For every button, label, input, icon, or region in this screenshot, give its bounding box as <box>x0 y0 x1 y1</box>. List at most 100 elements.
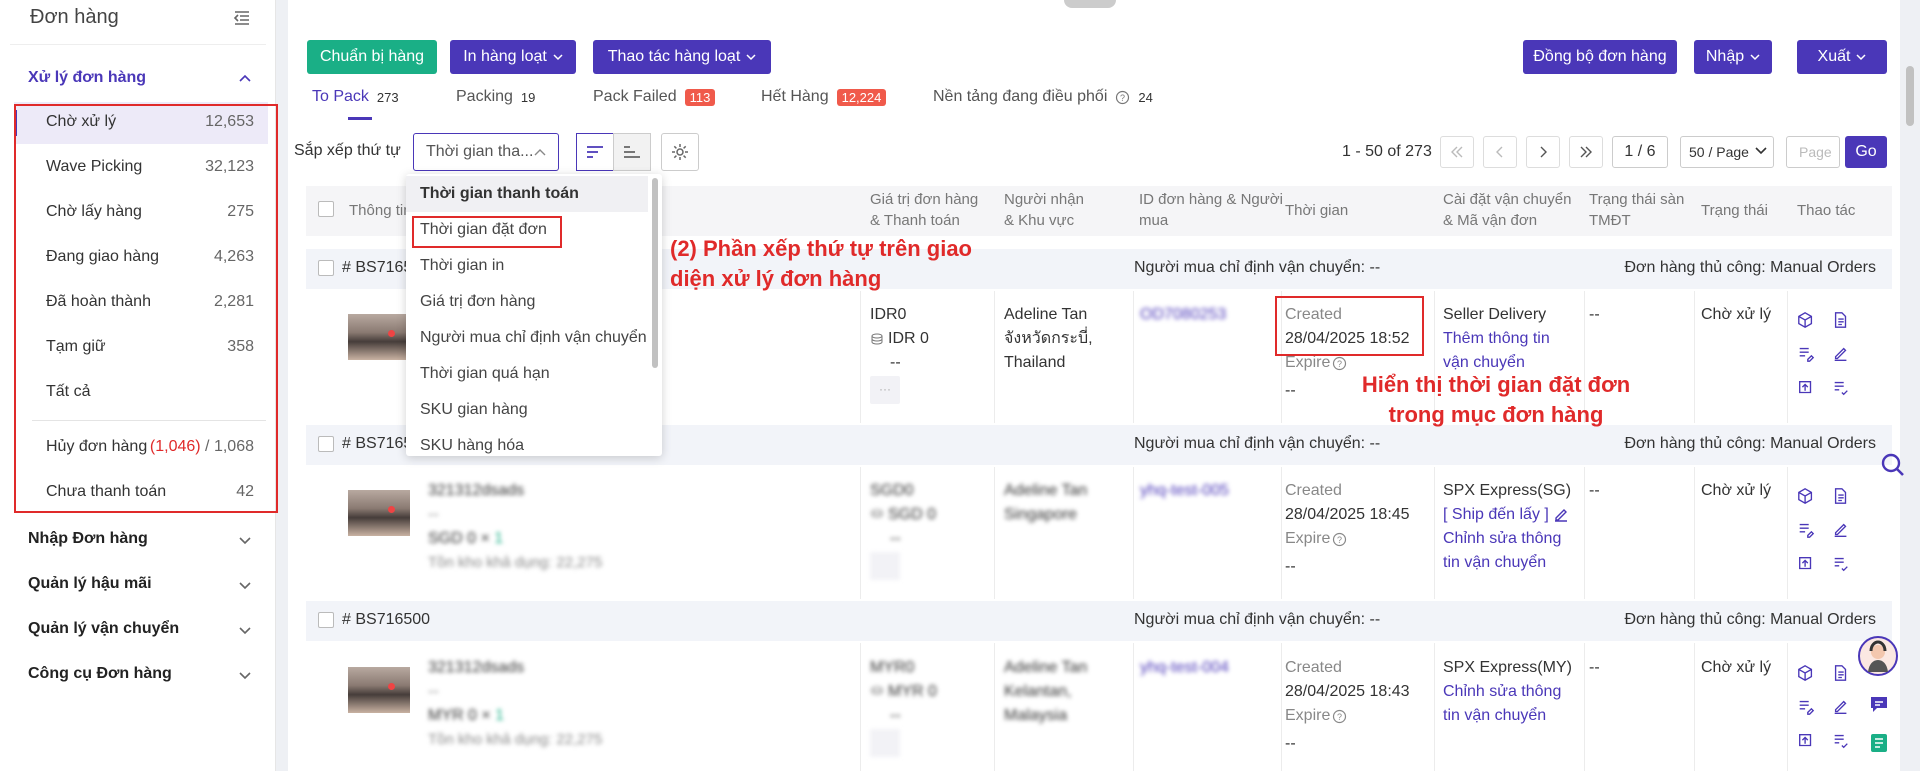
page-scrollbar[interactable] <box>1906 66 1914 126</box>
coins-icon <box>871 509 883 518</box>
first-page-button[interactable] <box>1440 136 1474 168</box>
sort-option-product-sku[interactable]: SKU hàng hóa <box>406 428 648 456</box>
sort-option-buyer-shipping[interactable]: Người mua chỉ định vận chuyển <box>406 320 648 356</box>
list-edit-icon[interactable] <box>1797 345 1815 363</box>
divider <box>1133 643 1134 771</box>
order-number[interactable]: # BS716500 <box>342 611 430 629</box>
chevron-down-icon[interactable] <box>238 578 252 592</box>
more-options-button[interactable]: ··· <box>870 376 900 404</box>
last-page-button[interactable] <box>1569 136 1603 168</box>
product-name[interactable]: 321312dsads <box>428 479 602 503</box>
edit-icon[interactable] <box>1832 521 1850 539</box>
divider <box>1434 643 1435 771</box>
product-image[interactable] <box>348 667 410 713</box>
list-edit-icon[interactable] <box>1797 698 1815 716</box>
import-button[interactable]: Nhập <box>1694 40 1772 74</box>
order-checkbox[interactable] <box>318 436 334 452</box>
chevron-up-icon[interactable] <box>238 72 252 86</box>
package-icon[interactable] <box>1797 311 1815 329</box>
export-button[interactable]: Xuất <box>1797 40 1887 74</box>
help-icon[interactable]: ? <box>1332 709 1347 724</box>
document-icon[interactable] <box>1832 487 1850 505</box>
tab-pack-failed[interactable]: Pack Failed 113 <box>593 88 716 106</box>
collapse-menu-icon[interactable] <box>232 8 252 28</box>
tab-platform-dispatching[interactable]: Nền tảng đang điều phối? 24 <box>933 88 1153 106</box>
sidebar-group-import[interactable]: Nhập Đơn hàng <box>28 530 148 548</box>
print-box-icon[interactable] <box>1797 379 1815 397</box>
chevron-down-icon[interactable] <box>238 533 252 547</box>
edit-icon[interactable] <box>1553 507 1569 523</box>
bulk-print-button[interactable]: In hàng loạt <box>450 40 576 74</box>
sort-option-print-time[interactable]: Thời gian in <box>406 248 648 284</box>
dropdown-scrollbar[interactable] <box>652 178 658 368</box>
order-checkbox[interactable] <box>318 612 334 628</box>
recipient-region: จังหวัดกระบี่, <box>1004 330 1093 347</box>
document-icon[interactable] <box>1832 664 1850 682</box>
more-options-button[interactable] <box>870 729 900 757</box>
sidebar-group-orders[interactable]: Xử lý đơn hàng <box>28 69 146 87</box>
chevron-down-icon <box>553 54 563 61</box>
edit-icon[interactable] <box>1832 345 1850 363</box>
order-id-link[interactable]: yhq-test-005 <box>1140 479 1229 503</box>
sort-option-order-value[interactable]: Giá trị đơn hàng <box>406 284 648 320</box>
list-check-icon[interactable] <box>1832 379 1850 397</box>
sort-option-store-sku[interactable]: SKU gian hàng <box>406 392 648 428</box>
search-icon[interactable] <box>1880 452 1906 478</box>
bulk-action-button[interactable]: Thao tác hàng loạt <box>593 40 771 74</box>
order-number[interactable]: # BS7165 <box>342 259 412 277</box>
select-all-checkbox[interactable] <box>318 201 334 217</box>
sync-orders-button[interactable]: Đồng bộ đơn hàng <box>1523 40 1677 74</box>
tab-to-pack[interactable]: To Pack 273 <box>312 88 399 106</box>
chevron-down-icon[interactable] <box>238 623 252 637</box>
help-icon[interactable]: ? <box>1332 532 1347 547</box>
go-button[interactable]: Go <box>1845 136 1887 168</box>
avatar[interactable] <box>1858 636 1898 676</box>
order-checkbox[interactable] <box>318 260 334 276</box>
next-page-button[interactable] <box>1526 136 1560 168</box>
col-recipient-line1: Người nhận <box>1004 191 1084 208</box>
product-image[interactable] <box>348 490 410 536</box>
sort-select[interactable]: Thời gian tha... <box>413 133 559 171</box>
edit-shipping-link-line2[interactable]: tin vận chuyển <box>1443 704 1572 728</box>
print-box-icon[interactable] <box>1797 732 1815 750</box>
edit-shipping-link[interactable]: Chỉnh sửa thông <box>1443 680 1572 704</box>
edit-shipping-link[interactable]: Chỉnh sửa thông <box>1443 527 1571 551</box>
package-icon[interactable] <box>1797 487 1815 505</box>
page-size-select[interactable]: 50 / Page <box>1680 136 1774 168</box>
order-id-link[interactable]: yhq-test-004 <box>1140 656 1229 680</box>
list-edit-icon[interactable] <box>1797 521 1815 539</box>
help-icon[interactable]: ? <box>1332 356 1347 371</box>
document-icon[interactable] <box>1832 311 1850 329</box>
edit-shipping-link-line2[interactable]: tin vận chuyển <box>1443 551 1571 575</box>
edit-icon[interactable] <box>1832 698 1850 716</box>
sort-asc-toggle[interactable] <box>613 133 651 171</box>
chat-icon[interactable] <box>1868 694 1890 716</box>
more-options-button[interactable] <box>870 552 900 580</box>
prev-page-button[interactable] <box>1483 136 1517 168</box>
tab-out-of-stock[interactable]: Hết Hàng 12,224 <box>761 88 887 106</box>
current-page[interactable]: 1 / 6 <box>1612 136 1668 168</box>
sort-desc-toggle[interactable] <box>576 133 614 171</box>
tab-packing[interactable]: Packing 19 <box>456 88 535 106</box>
page-jump-input[interactable]: Page <box>1786 136 1840 168</box>
prepare-button[interactable]: Chuẩn bị hàng <box>307 40 437 74</box>
order-number[interactable]: # BS7165 <box>342 435 412 453</box>
sidebar-group-aftersales[interactable]: Quản lý hậu mãi <box>28 575 152 593</box>
list-check-icon[interactable] <box>1832 732 1850 750</box>
print-box-icon[interactable] <box>1797 555 1815 573</box>
sort-option-overdue-time[interactable]: Thời gian quá hạn <box>406 356 648 392</box>
product-image[interactable] <box>348 314 410 360</box>
sort-option-payment-time[interactable]: Thời gian thanh toán <box>406 176 648 212</box>
settings-button[interactable] <box>661 133 699 171</box>
package-icon[interactable] <box>1797 664 1815 682</box>
collapse-handle[interactable] <box>1064 0 1116 8</box>
order-id-link[interactable]: OD7080253 <box>1140 303 1226 327</box>
add-shipping-info-link[interactable]: Thêm thông tin <box>1443 327 1550 351</box>
sidebar-group-shipping[interactable]: Quản lý vận chuyển <box>28 620 179 638</box>
help-icon[interactable]: ? <box>1115 90 1130 105</box>
list-check-icon[interactable] <box>1832 555 1850 573</box>
notebook-icon[interactable] <box>1868 732 1890 754</box>
sidebar-group-tools[interactable]: Công cụ Đơn hàng <box>28 665 172 683</box>
chevron-down-icon[interactable] <box>238 668 252 682</box>
product-name[interactable]: 321312dsads <box>428 656 602 680</box>
